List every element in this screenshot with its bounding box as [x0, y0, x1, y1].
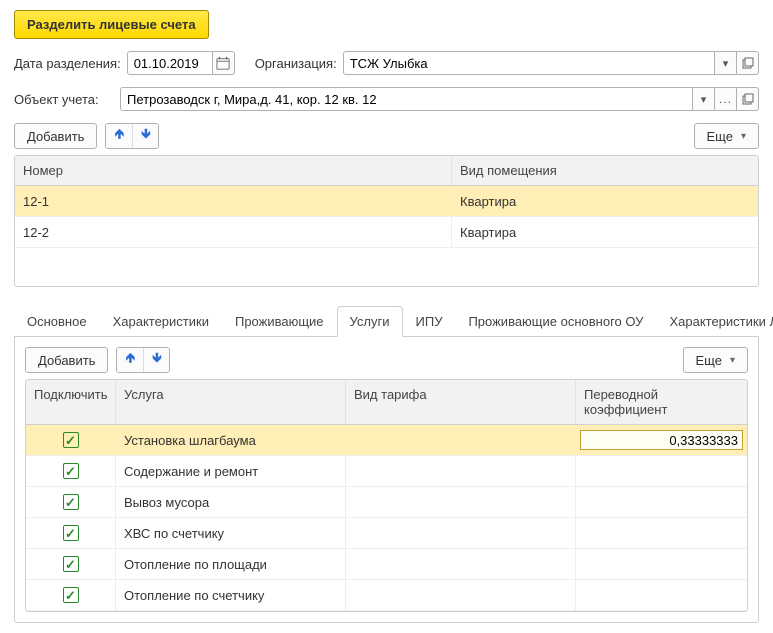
object-input-group: ▾ ... — [120, 87, 759, 111]
calendar-icon[interactable] — [213, 51, 235, 75]
cell-coef — [576, 580, 747, 610]
date-input-group — [127, 51, 235, 75]
table-row[interactable]: ✓ Отопление по счетчику — [26, 580, 747, 611]
checkbox-icon[interactable]: ✓ — [63, 494, 79, 510]
cell-service: Вывоз мусора — [116, 487, 346, 517]
services-table: Подключить Услуга Вид тарифа Переводной … — [25, 379, 748, 612]
move-up-icon[interactable]: 🡹 — [117, 348, 143, 372]
tab-content-services: Добавить 🡹 🡻 Еще Подключить Услуга Вид т… — [14, 337, 759, 623]
add-button[interactable]: Добавить — [14, 123, 97, 149]
dropdown-icon[interactable]: ▾ — [715, 51, 737, 75]
cell-number: 12-1 — [15, 186, 452, 216]
cell-number: 12-2 — [15, 217, 452, 247]
date-separation-label: Дата разделения: — [14, 56, 121, 71]
cell-connect[interactable]: ✓ — [26, 580, 116, 610]
column-header-tariff[interactable]: Вид тарифа — [346, 380, 576, 424]
organization-label: Организация: — [255, 56, 337, 71]
tab-характеристики[interactable]: Характеристики — [100, 306, 222, 337]
tabs: ОсновноеХарактеристикиПроживающиеУслугиИ… — [14, 305, 759, 337]
table-row[interactable]: ✓ Установка шлагбаума — [26, 425, 747, 456]
add-service-button[interactable]: Добавить — [25, 347, 108, 373]
checkbox-icon[interactable]: ✓ — [63, 556, 79, 572]
checkbox-icon[interactable]: ✓ — [63, 432, 79, 448]
checkbox-icon[interactable]: ✓ — [63, 463, 79, 479]
tab-проживающие-основного-оу[interactable]: Проживающие основного ОУ — [455, 306, 656, 337]
column-header-number[interactable]: Номер — [15, 156, 452, 185]
cell-service: ХВС по счетчику — [116, 518, 346, 548]
date-input[interactable] — [127, 51, 213, 75]
organization-input-group: ▾ — [343, 51, 759, 75]
table-row[interactable]: 12-2Квартира — [15, 217, 758, 248]
move-down-icon[interactable]: 🡻 — [143, 348, 169, 372]
cell-coef — [576, 456, 747, 486]
cell-connect[interactable]: ✓ — [26, 456, 116, 486]
more-service-button[interactable]: Еще — [683, 347, 748, 373]
cell-coef — [576, 487, 747, 517]
move-up-icon[interactable]: 🡹 — [106, 124, 132, 148]
move-service-buttons: 🡹 🡻 — [116, 347, 170, 373]
cell-tariff — [346, 456, 576, 486]
tab-проживающие[interactable]: Проживающие — [222, 306, 337, 337]
split-accounts-button[interactable]: Разделить лицевые счета — [14, 10, 209, 39]
more-button[interactable]: Еще — [694, 123, 759, 149]
cell-connect[interactable]: ✓ — [26, 487, 116, 517]
cell-room-type: Квартира — [452, 186, 758, 216]
cell-tariff — [346, 580, 576, 610]
organization-input[interactable] — [343, 51, 715, 75]
tab-услуги[interactable]: Услуги — [337, 306, 403, 337]
ellipsis-icon[interactable]: ... — [715, 87, 737, 111]
open-icon[interactable] — [737, 51, 759, 75]
column-header-coef[interactable]: Переводной коэффициент — [576, 380, 747, 424]
cell-service: Содержание и ремонт — [116, 456, 346, 486]
coef-input[interactable] — [580, 430, 743, 450]
cell-service: Установка шлагбаума — [116, 425, 346, 455]
accounts-table: Номер Вид помещения 12-1Квартира12-2Квар… — [14, 155, 759, 287]
column-header-service[interactable]: Услуга — [116, 380, 346, 424]
checkbox-icon[interactable]: ✓ — [63, 525, 79, 541]
cell-service: Отопление по счетчику — [116, 580, 346, 610]
column-header-connect[interactable]: Подключить — [26, 380, 116, 424]
object-label: Объект учета: — [14, 92, 114, 107]
open-icon[interactable] — [737, 87, 759, 111]
tab-основное[interactable]: Основное — [14, 306, 100, 337]
table-row[interactable]: ✓Отопление по площади — [26, 549, 747, 580]
column-header-room-type[interactable]: Вид помещения — [452, 156, 758, 185]
move-down-icon[interactable]: 🡻 — [132, 124, 158, 148]
cell-tariff — [346, 425, 576, 455]
cell-coef[interactable] — [576, 425, 747, 455]
object-input[interactable] — [120, 87, 693, 111]
move-buttons: 🡹 🡻 — [105, 123, 159, 149]
cell-tariff — [346, 518, 576, 548]
checkbox-icon[interactable]: ✓ — [63, 587, 79, 603]
table-row[interactable]: ✓ Содержание и ремонт — [26, 456, 747, 487]
cell-connect[interactable]: ✓ — [26, 425, 116, 455]
table-row[interactable]: 12-1Квартира — [15, 186, 758, 217]
dropdown-icon[interactable]: ▾ — [693, 87, 715, 111]
table-row[interactable]: ✓ Вывоз мусора — [26, 487, 747, 518]
cell-connect[interactable]: ✓ — [26, 518, 116, 548]
cell-coef — [576, 518, 747, 548]
tab-ипу[interactable]: ИПУ — [403, 306, 456, 337]
table-row[interactable]: ✓ ХВС по счетчику — [26, 518, 747, 549]
cell-room-type: Квартира — [452, 217, 758, 247]
cell-tariff — [346, 487, 576, 517]
tab-характеристики-лс[interactable]: Характеристики ЛС — [656, 306, 773, 337]
